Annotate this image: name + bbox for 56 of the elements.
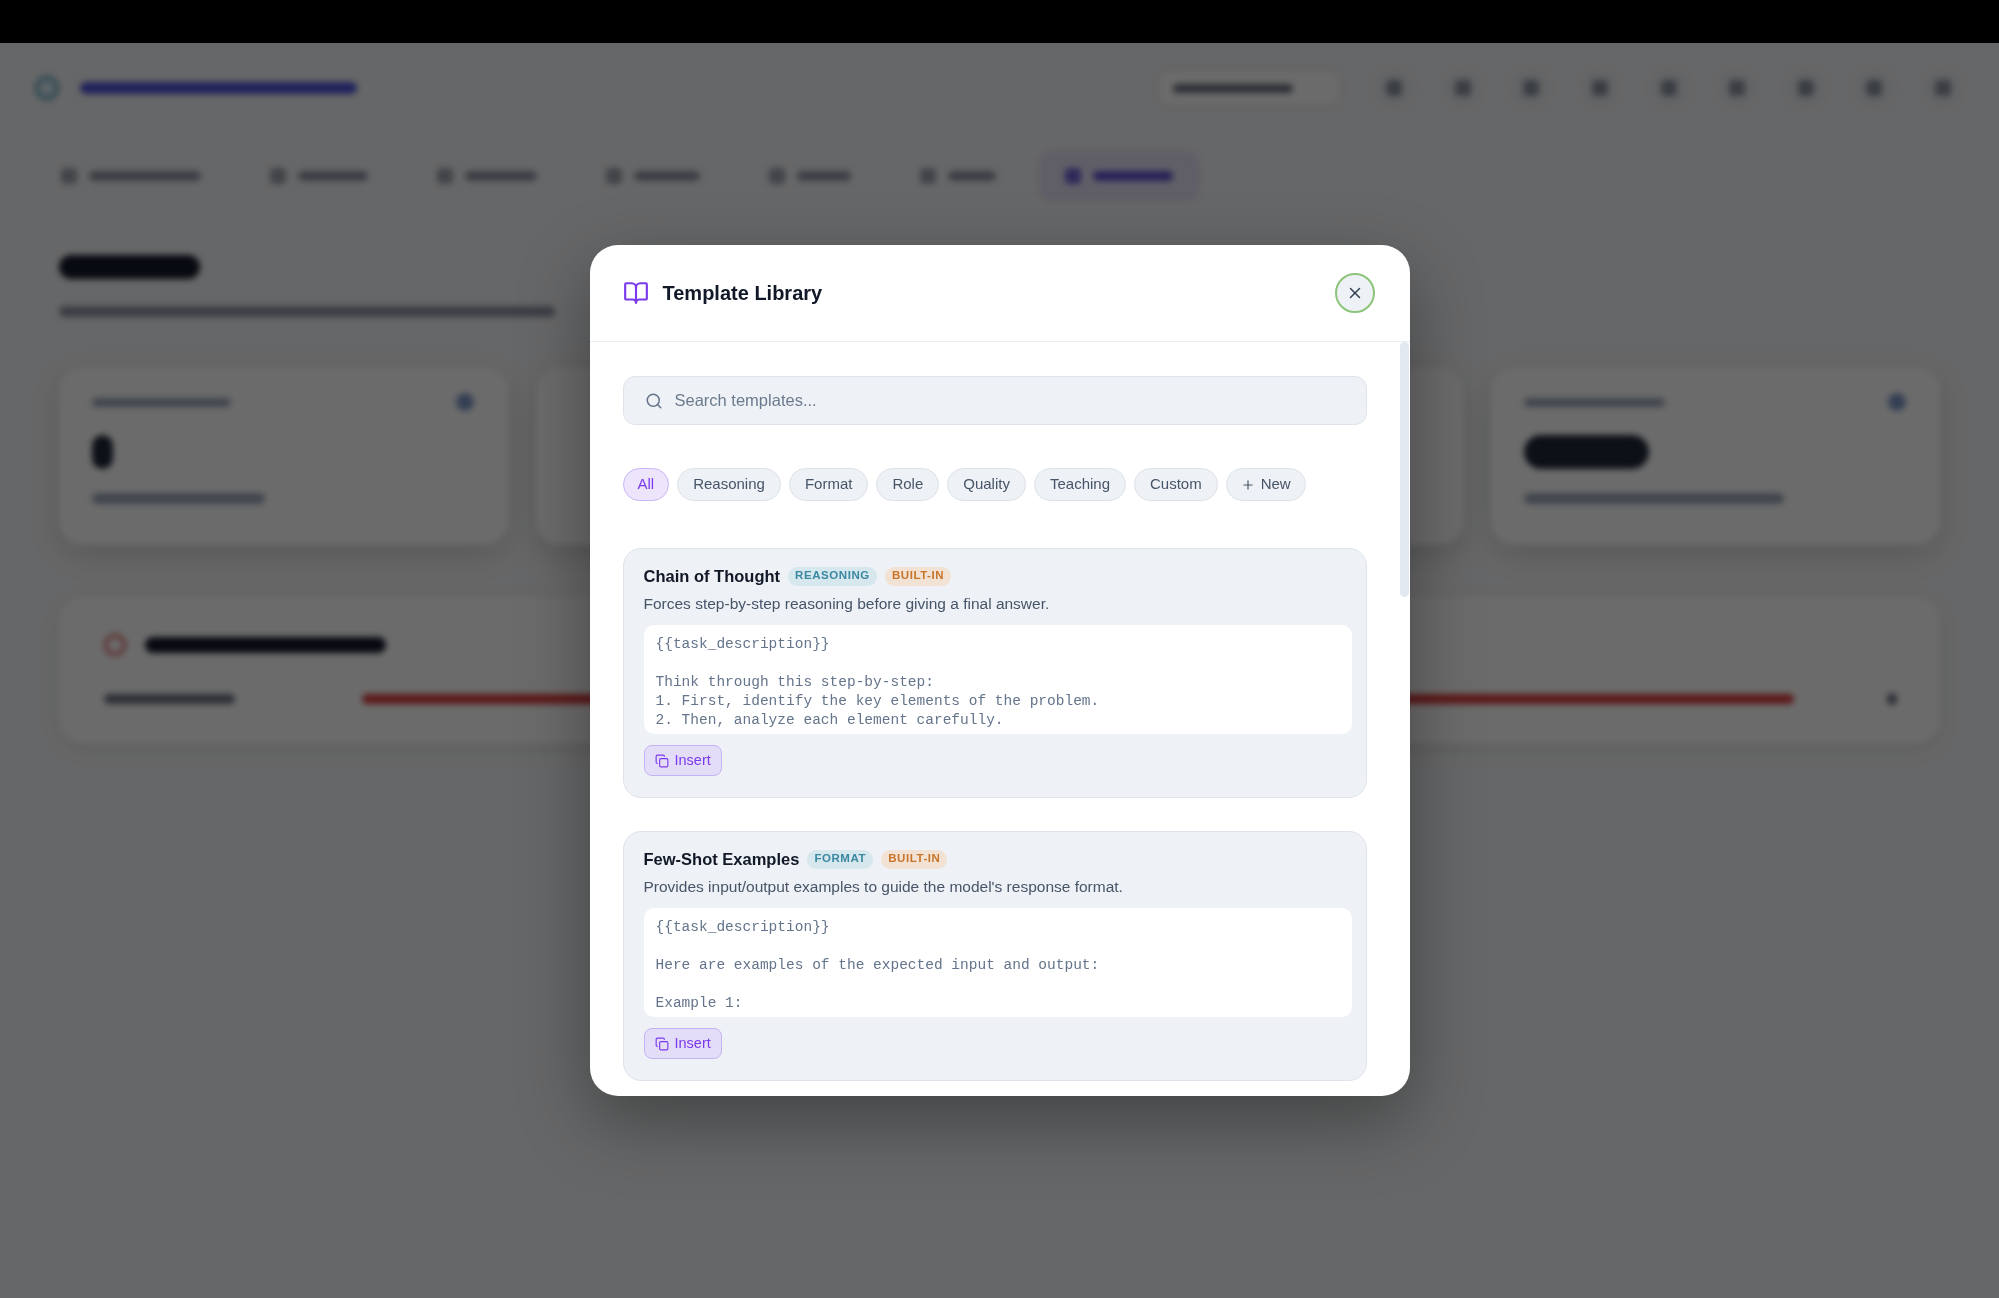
filter-chip[interactable]: Role [876,468,940,501]
copy-icon [654,1036,669,1051]
blurred-icon [1454,80,1471,96]
blurred-icon [606,168,622,184]
template-description: Forces step-by-step reasoning before giving a final answer. [643,594,1050,614]
blurred-icon [437,168,453,184]
search-field[interactable]: Search templates... [622,376,1367,425]
blurred-icon [1592,80,1609,96]
blurred-icon [104,634,126,656]
logo-icon [35,76,59,100]
insert-button[interactable]: Insert [643,745,722,776]
blurred-icon [270,168,286,184]
insert-button[interactable]: Insert [643,1028,722,1059]
blurred-text [948,171,996,181]
blurred-icon [1729,80,1746,96]
template-description: Provides input/output examples to guide the model's response format. [643,877,1123,897]
template-tag: REASONING [788,566,877,586]
book-icon [622,280,649,306]
blurred-icon [61,168,77,184]
close-button[interactable] [1334,273,1375,313]
blurred-icon [1386,80,1403,96]
plus-icon [1240,477,1255,492]
new-template-button[interactable]: New [1225,468,1306,501]
blurred-text [797,171,851,181]
copy-icon [654,753,669,768]
blurred-icon [1935,80,1951,96]
blurred-text [298,171,368,181]
blurred-text [465,171,537,181]
blurred-icon [1065,168,1081,184]
blurred-icon [1888,393,1906,411]
template-text: {{task_description}} Think through this step-by-step: 1. First, identify the key elements of the problem. 2. Then, analyze each element carefully. [655,635,1100,730]
template-tag: BUILT-IN [884,566,952,586]
blurred-icon [1797,80,1814,96]
filter-chip[interactable]: Reasoning [677,468,781,501]
scrollbar-thumb[interactable] [1399,342,1409,597]
blurred-icon [1866,80,1883,96]
filter-chip[interactable]: Teaching [1033,468,1126,501]
template-tag: BUILT-IN [881,849,948,869]
filter-chip[interactable]: All [622,468,670,501]
template-name: Few-Shot Examples [643,849,800,870]
filter-chip[interactable]: Format [788,468,869,501]
search-icon [644,391,663,410]
blurred-text [634,171,700,181]
blurred-icon [456,393,475,411]
dialog-title: Template Library [662,281,823,306]
blurred-icon [920,168,936,184]
template-tag: FORMAT [807,849,874,869]
template-text: {{task_description}} Here are examples of the expected input and output: Example 1: [655,918,1100,1013]
blurred-icon [1660,80,1677,96]
blurred-text [92,435,113,469]
blurred-icon [769,168,785,184]
template-name: Chain of Thought [643,566,781,587]
filter-chip[interactable]: Quality [947,468,1026,501]
filter-chip[interactable]: Custom [1134,468,1218,501]
blurred-text [1887,693,1897,705]
blurred-icon [1523,80,1540,96]
